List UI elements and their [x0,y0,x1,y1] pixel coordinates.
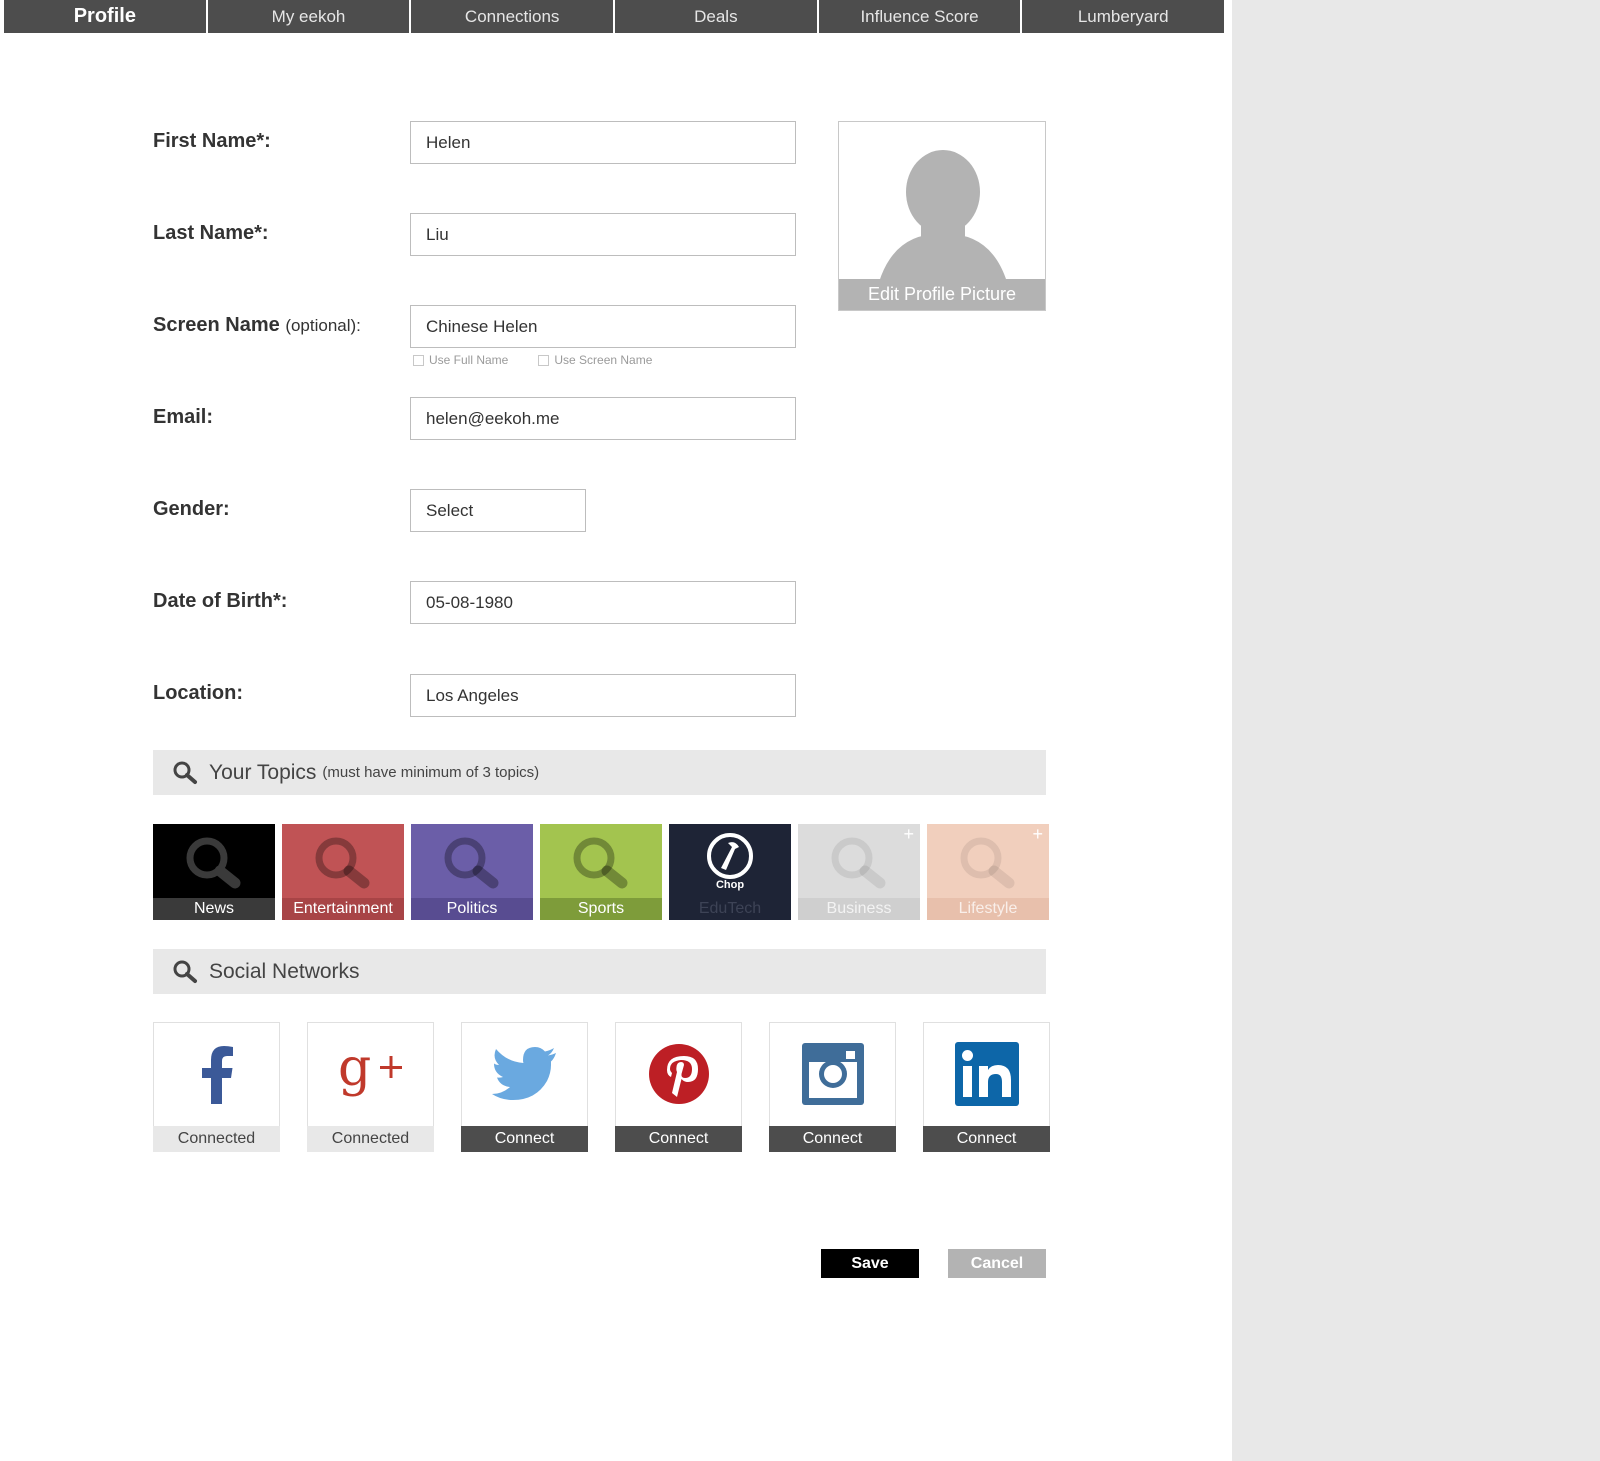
topic-tile-news[interactable]: News [153,824,275,920]
social-title: Social Networks [209,959,360,983]
topic-tile-edutech[interactable]: Chop EduTech [669,824,791,920]
chop-brand-text: Chop [715,879,745,891]
topic-label: Politics [411,898,533,920]
location-label: Location: [153,682,243,704]
topic-label: EduTech [669,898,791,920]
last-name-label: Last Name*: [153,222,269,244]
magnifier-icon [831,837,886,889]
svg-text:g: g [338,1041,371,1098]
topic-label: Entertainment [282,898,404,920]
dob-label: Date of Birth*: [153,590,288,612]
instagram-icon [770,1041,895,1107]
topic-label: Business [798,898,920,920]
edit-profile-picture-button[interactable]: Edit Profile Picture [839,279,1045,310]
screen-name-field[interactable]: Chinese Helen [410,305,796,348]
social-linkedin: Connect [923,1022,1050,1152]
social-instagram: Connect [769,1022,896,1152]
email-field[interactable]: helen@eekoh.me [410,397,796,440]
magnifier-icon [444,837,499,889]
screen-name-options: Use Full Name Use Screen Name [413,353,652,367]
linkedin-connect-button[interactable]: Connect [923,1126,1050,1152]
top-nav: Profile My eekoh Connections Deals Influ… [4,0,1225,33]
tab-profile[interactable]: Profile [4,0,208,33]
gender-label: Gender: [153,498,230,520]
topics-note: (must have minimum of 3 topics) [322,764,540,781]
right-side-panel [1232,0,1600,1461]
instagram-connect-button[interactable]: Connect [769,1126,896,1152]
add-topic-icon[interactable]: + [903,824,914,845]
search-icon [173,960,197,983]
topic-tile-politics[interactable]: Politics [411,824,533,920]
social-facebook: Connected [153,1022,280,1152]
use-screen-name-checkbox[interactable]: Use Screen Name [538,353,652,367]
use-full-name-checkbox[interactable]: Use Full Name [413,353,508,367]
facebook-icon [154,1041,279,1107]
magnifier-icon [315,837,370,889]
first-name-field[interactable]: Helen [410,121,796,164]
topic-label: News [153,898,275,920]
magnifier-icon [960,837,1015,889]
checkbox-label: Use Screen Name [554,353,653,367]
social-twitter: Connect [461,1022,588,1152]
topic-tile-lifestyle[interactable]: + Lifestyle [927,824,1049,920]
social-pinterest: Connect [615,1022,742,1152]
add-topic-icon[interactable]: + [1032,824,1043,845]
magnifier-icon [573,837,628,889]
email-label: Email: [153,406,214,428]
tab-lumberyard[interactable]: Lumberyard [1022,0,1225,33]
cancel-button[interactable]: Cancel [948,1249,1046,1278]
topic-tile-sports[interactable]: Sports [540,824,662,920]
first-name-label: First Name*: [153,130,271,152]
topics-grid: News Entertainment Politics Sports Chop EduTe… [153,824,1049,920]
screen-name-label-text: Screen Name [153,314,280,336]
topic-tile-business[interactable]: + Business [798,824,920,920]
topics-title: Your Topics [209,760,317,784]
chop-logo-icon: Chop [669,824,791,898]
last-name-field[interactable]: Liu [410,213,796,256]
checkbox-square[interactable] [538,354,550,366]
linkedin-icon [924,1041,1049,1107]
location-field[interactable]: Los Angeles [410,674,796,717]
magnifier-icon [186,837,241,889]
gender-select[interactable]: Select [410,489,586,532]
search-icon [173,761,197,784]
social-networks: Connected g Connected Connect Connect Co… [153,1022,1050,1152]
tab-my-eekoh[interactable]: My eekoh [207,0,412,33]
checkbox-label: Use Full Name [429,353,509,367]
screen-name-label: Screen Name (optional): [153,314,361,337]
profile-picture[interactable]: Edit Profile Picture [838,121,1046,311]
topics-header: Your Topics (must have minimum of 3 topi… [153,750,1046,795]
tab-influence-score[interactable]: Influence Score [818,0,1023,33]
topic-tile-entertainment[interactable]: Entertainment [282,824,404,920]
dob-field[interactable]: 05-08-1980 [410,581,796,624]
google-plus-icon: g [308,1041,433,1107]
screen-name-optional-note: (optional): [285,316,361,335]
twitter-connect-button[interactable]: Connect [461,1126,588,1152]
tab-connections[interactable]: Connections [411,0,616,33]
topic-label: Lifestyle [927,898,1049,920]
pinterest-connect-button[interactable]: Connect [615,1126,742,1152]
twitter-icon [462,1041,587,1107]
save-button[interactable]: Save [821,1249,919,1278]
tab-deals[interactable]: Deals [615,0,819,33]
google-plus-status-button[interactable]: Connected [307,1126,434,1152]
avatar-silhouette-icon [879,150,1007,282]
facebook-status-button[interactable]: Connected [153,1126,280,1152]
pinterest-icon [616,1041,741,1107]
social-google-plus: g Connected [307,1022,434,1152]
social-header: Social Networks [153,949,1046,994]
topic-label: Sports [540,898,662,920]
checkbox-square[interactable] [413,354,424,366]
